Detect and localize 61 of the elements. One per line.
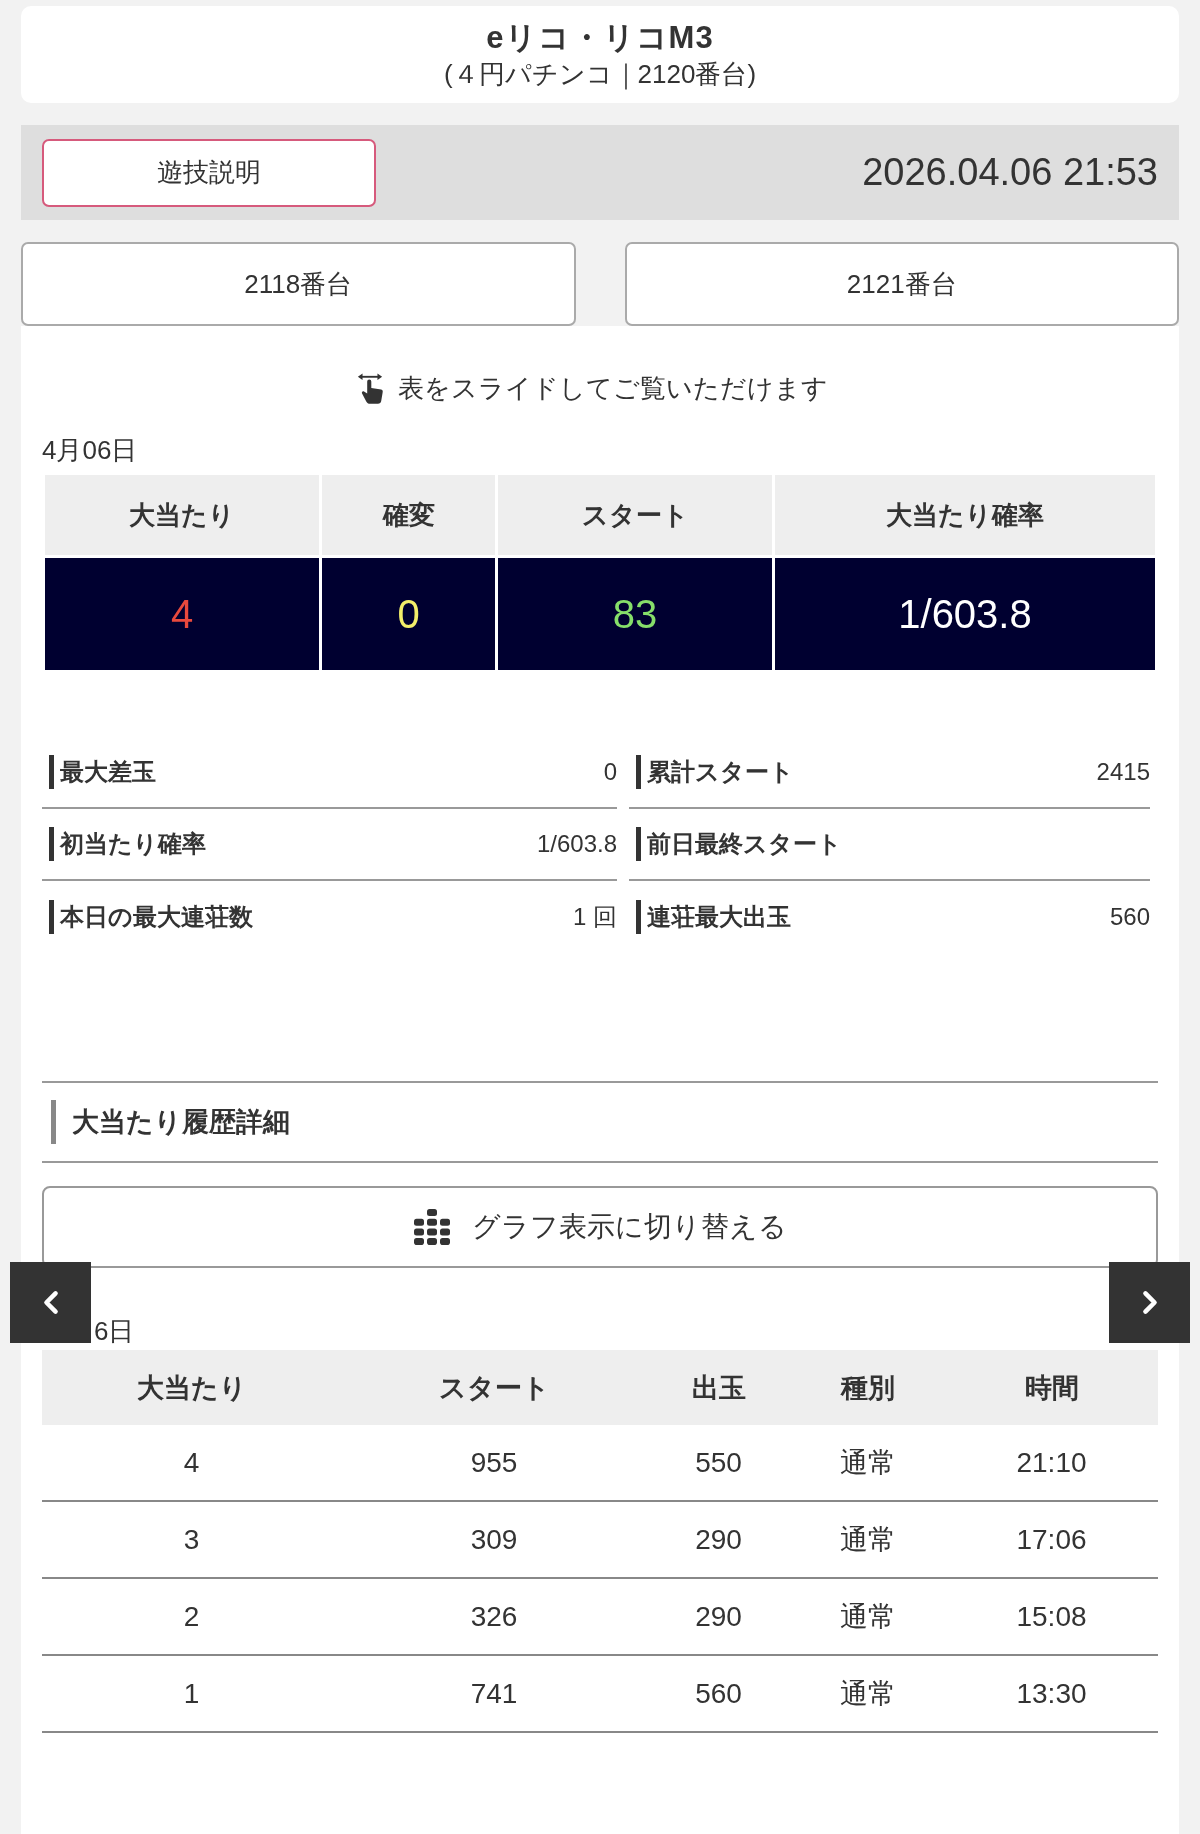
summary-value: 1/603.8	[898, 592, 1032, 636]
column-header: 大当たり	[43, 473, 321, 557]
table-cell: 21:10	[945, 1425, 1158, 1501]
table-cell: 17:06	[945, 1501, 1158, 1578]
table-cell: 550	[647, 1425, 790, 1501]
summary-value: 4	[170, 592, 194, 636]
table-cell: 560	[647, 1655, 790, 1732]
date-label: 4月06日	[42, 435, 138, 465]
stat-value: 0	[603, 758, 617, 786]
table-cell: 1	[42, 1655, 341, 1732]
graph-button[interactable]: グラフ表示に切り替える	[42, 1186, 1158, 1268]
table-cell: 通常	[790, 1501, 945, 1578]
previous-button[interactable]	[10, 1262, 91, 1343]
chevron-left-icon	[42, 1290, 59, 1315]
datetime-text: 2026.04.06 21:53	[862, 151, 1158, 194]
column-header: 時間	[945, 1350, 1158, 1425]
summary-value: 0	[397, 592, 420, 636]
stat-value: 2415	[1096, 758, 1150, 786]
table-cell: 741	[341, 1655, 647, 1732]
section-title: 大当たり履歴詳細	[51, 1100, 290, 1144]
column-header: スタート	[496, 473, 774, 557]
table-cell: 4	[42, 1425, 341, 1501]
column-header: 確変	[320, 473, 497, 557]
hint-text: 表をスライドしてご覧いただけます	[398, 371, 828, 405]
table-cell: 通常	[790, 1655, 945, 1732]
stat-value: 1 回	[573, 902, 617, 932]
swipe-hand-icon	[356, 372, 384, 404]
machine-button[interactable]: 2118番台	[21, 242, 576, 326]
date-label: 6日	[94, 1316, 135, 1346]
stat-label: 前日最終スタート	[636, 827, 842, 861]
table-cell: 326	[341, 1578, 647, 1655]
table-cell: 3	[42, 1501, 341, 1578]
table-cell: 290	[647, 1578, 790, 1655]
table-cell: 309	[341, 1501, 647, 1578]
table-cell: 通常	[790, 1578, 945, 1655]
dot-grid-icon	[413, 1209, 450, 1245]
stat-label: 累計スタート	[636, 755, 794, 789]
column-header: 大当たり	[42, 1350, 341, 1425]
summary-value: 83	[612, 592, 658, 636]
table-cell: 13:30	[945, 1655, 1158, 1732]
column-header: スタート	[341, 1350, 647, 1425]
stat-label: 初当たり確率	[49, 827, 206, 861]
stat-label: 最大差玉	[49, 755, 156, 789]
chevron-right-icon	[1141, 1290, 1158, 1315]
machine-subtitle: (４円パチンコ｜2120番台)	[443, 57, 757, 91]
guide-button[interactable]: 遊技説明	[42, 138, 376, 207]
column-header: 出玉	[647, 1350, 790, 1425]
stat-value: 560	[1109, 903, 1150, 931]
table-cell: 通常	[790, 1425, 945, 1501]
next-button[interactable]	[1109, 1262, 1190, 1343]
stat-label: 本日の最大連荘数	[49, 900, 253, 934]
page-title: eリコ・リコM3	[486, 18, 714, 57]
column-header: 種別	[790, 1350, 945, 1425]
column-header: 大当たり確率	[773, 473, 1157, 557]
table-cell: 2	[42, 1578, 341, 1655]
table-cell: 955	[341, 1425, 647, 1501]
table-cell: 290	[647, 1501, 790, 1578]
table-cell: 15:08	[945, 1578, 1158, 1655]
stat-label: 連荘最大出玉	[636, 900, 791, 934]
machine-button[interactable]: 2121番台	[624, 242, 1179, 326]
stat-value: 1/603.8	[536, 830, 617, 858]
